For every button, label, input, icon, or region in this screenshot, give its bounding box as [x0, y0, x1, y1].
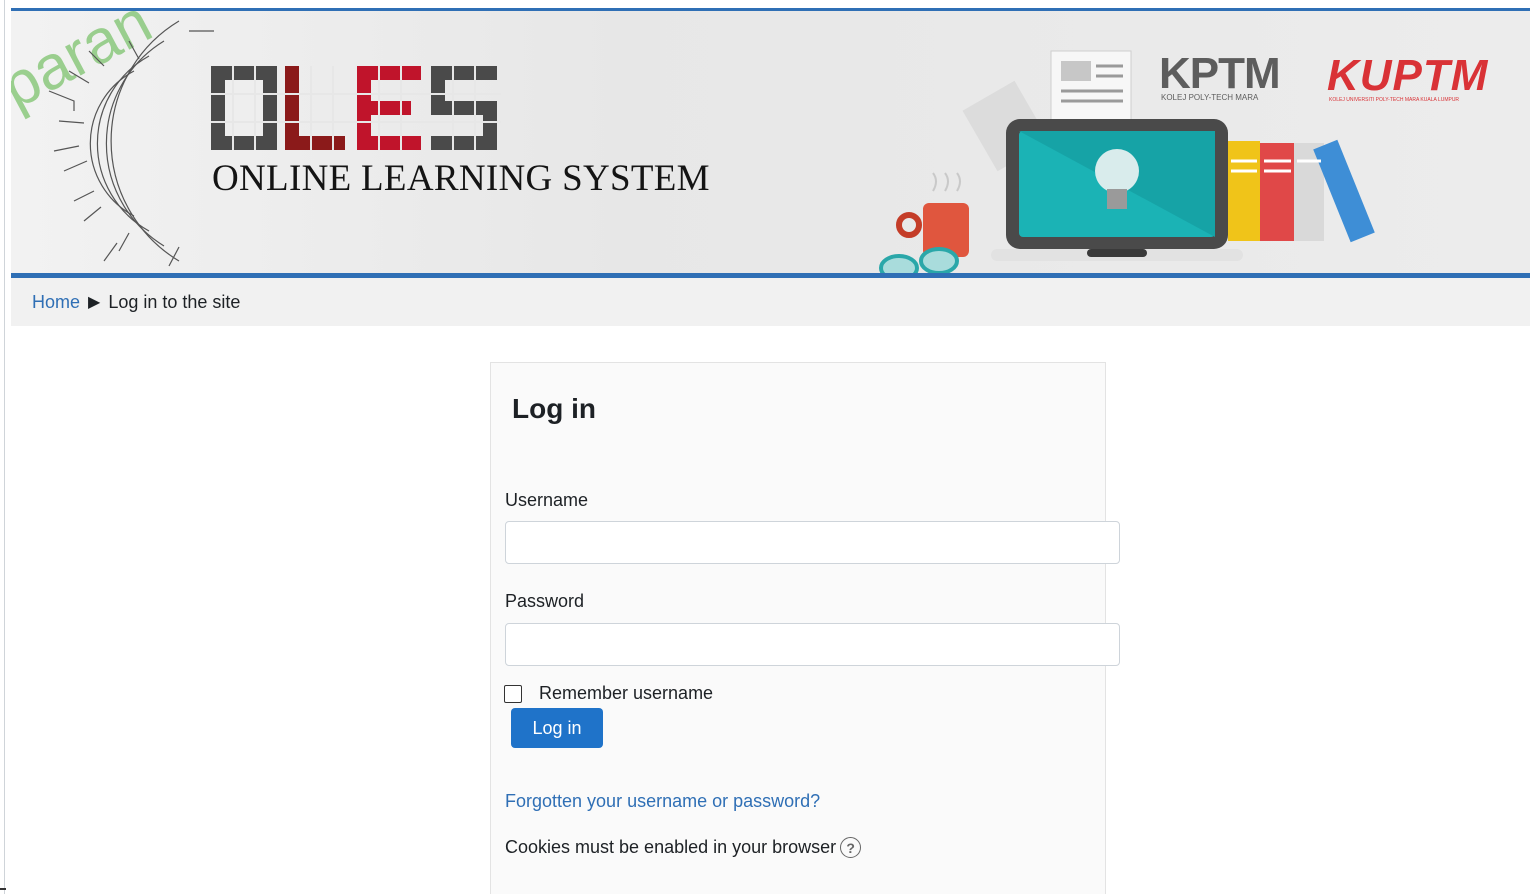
- password-label: Password: [505, 591, 585, 611]
- breadcrumb-home-link[interactable]: Home: [32, 292, 80, 313]
- kuptm-logo-subtitle: KOLEJ UNIVERSITI POLY-TECH MARA KUALA LU…: [1329, 97, 1460, 103]
- forgot-password-link[interactable]: Forgotten your username or password?: [505, 791, 820, 812]
- password-input[interactable]: [505, 623, 1120, 666]
- remember-username-row: Remember username: [504, 683, 713, 704]
- breadcrumb-current: Log in to the site: [108, 291, 241, 312]
- circuit-pattern-icon: [48, 20, 214, 267]
- breadcrumb: Home ▶ Log in to the site: [11, 278, 1530, 326]
- kuptm-logo-text: KUPTM: [1327, 51, 1489, 100]
- system-title: ONLINE LEARNING SYSTEM: [212, 158, 710, 199]
- kptm-logo-text: KPTM: [1159, 49, 1281, 98]
- username-label: Username: [505, 490, 589, 510]
- cookies-notice-text: Cookies must be enabled in your browser: [505, 837, 837, 857]
- login-title: Log in: [512, 393, 596, 424]
- laptop-illustration-icon: [879, 50, 1375, 273]
- corner-mark: [0, 888, 6, 890]
- kptm-logo: KPTM KOLEJ POLY-TECH MARA: [1159, 33, 1291, 102]
- login-button[interactable]: Log in: [511, 708, 603, 748]
- page: paran ONLINE LEARNING SYSTEM KPTM KOLEJ …: [0, 0, 1530, 894]
- question-circle-icon[interactable]: ?: [840, 837, 862, 858]
- cookies-notice: Cookies must be enabled in your browser …: [505, 837, 862, 858]
- site-banner: paran ONLINE LEARNING SYSTEM KPTM KOLEJ …: [11, 8, 1530, 278]
- kptm-logo-subtitle: KOLEJ POLY-TECH MARA: [1161, 93, 1259, 102]
- kuptm-logo: KUPTM KOLEJ UNIVERSITI POLY-TECH MARA KU…: [1327, 51, 1527, 111]
- oles-logo: [211, 66, 501, 150]
- username-input[interactable]: [505, 521, 1120, 564]
- login-card: Log in Username Password Remember userna…: [490, 362, 1120, 894]
- breadcrumb-separator-icon: ▶: [88, 294, 101, 311]
- remember-username-label[interactable]: Remember username: [539, 683, 713, 704]
- left-border: [0, 0, 5, 894]
- remember-username-checkbox[interactable]: [504, 684, 522, 703]
